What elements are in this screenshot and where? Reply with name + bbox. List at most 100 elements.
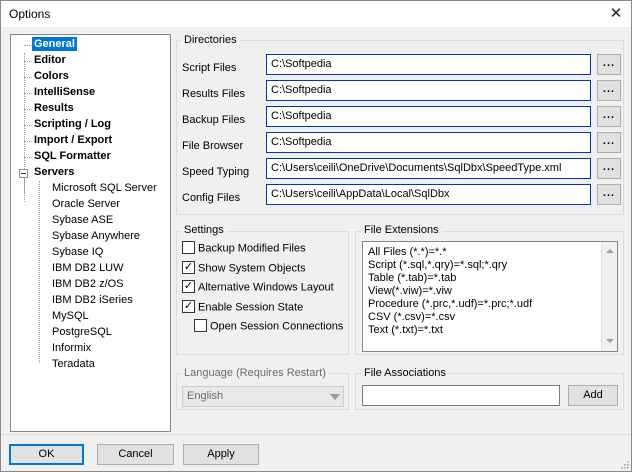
tree-item-import-export[interactable]: Import / Export [34,134,112,146]
backup-files-label: Backup Files [182,114,245,126]
backup-files-input[interactable]: C:\Softpedia [266,106,591,127]
chevron-down-icon [329,391,341,403]
tree-guide-line [39,181,40,363]
close-icon[interactable]: ✕ [601,1,631,27]
file-association-input[interactable] [362,385,560,406]
config-files-browse-button[interactable]: ... [597,184,621,205]
options-tree[interactable]: General Editor Colors IntelliSense Resul… [10,34,171,432]
open-session-connections-checkbox[interactable]: Open Session Connections [194,319,343,333]
footer-divider [1,434,631,435]
tree-item-server[interactable]: IBM DB2 iSeries [52,294,133,306]
cancel-button[interactable]: Cancel [97,444,174,465]
config-files-input[interactable]: C:\Users\ceili\AppData\Local\SqlDbx [266,184,591,205]
resize-grip-icon[interactable] [619,459,629,469]
checkbox-box [182,241,195,254]
checkbox-label: Show System Objects [198,262,306,275]
tree-guide-line [24,77,32,78]
tree-item-server[interactable]: PostgreSQL [52,326,112,338]
tree-guide-line [24,141,32,142]
speed-typing-browse-button[interactable]: ... [597,158,621,179]
file-extensions-group-label: File Extensions [361,224,442,236]
check-icon: ✓ [182,300,195,313]
speed-typing-input[interactable]: C:\Users\ceili\OneDrive\Documents\SqlDbx… [266,158,591,179]
language-select-value: English [187,390,224,402]
script-files-label: Script Files [182,62,237,74]
tree-item-label: Scripting / Log [34,118,111,130]
tree-item-label: IntelliSense [34,86,96,98]
settings-group-label: Settings [181,224,227,236]
results-files-label: Results Files [182,88,245,100]
tree-item-colors[interactable]: Colors [34,70,69,82]
show-system-objects-checkbox[interactable]: ✓ Show System Objects [182,261,306,275]
title-bar: Options ✕ [1,1,631,27]
file-extension-entry: View(*.viw)=*.viw [368,285,452,297]
tree-item-server[interactable]: MySQL [52,310,89,322]
tree-item-intellisense[interactable]: IntelliSense [34,86,95,98]
tree-item-label: General [32,37,77,51]
tree-item-scripting-log[interactable]: Scripting / Log [34,118,111,130]
options-dialog: Options ✕ General Editor Colors IntelliS… [0,0,632,472]
alternative-windows-layout-checkbox[interactable]: ✓ Alternative Windows Layout [182,280,334,294]
language-group-label: Language (Requires Restart) [181,367,329,379]
tree-guide-line [24,61,32,62]
file-browser-input[interactable]: C:\Softpedia [266,132,591,153]
file-extension-entry: Text (*.txt)=*.txt [368,324,443,336]
file-extension-entry: Script (*.sql,*.qry)=*.sql;*.qry [368,259,508,271]
tree-item-label: Editor [34,54,66,66]
tree-item-sql-formatter[interactable]: SQL Formatter [34,150,111,162]
file-extension-entry: All Files (*.*)=*.* [368,246,447,258]
tree-item-server[interactable]: Microsoft SQL Server [52,182,157,194]
tree-item-server[interactable]: Sybase IQ [52,246,103,258]
checkbox-label: Alternative Windows Layout [198,281,334,294]
scroll-up-icon[interactable] [606,249,614,253]
language-select[interactable]: English [182,386,344,407]
check-icon: ✓ [182,280,195,293]
backup-modified-files-checkbox[interactable]: Backup Modified Files [182,241,306,255]
file-extension-entry: Table (*.tab)=*.tab [368,272,457,284]
checkbox-label: Enable Session State [198,301,304,314]
tree-item-server[interactable]: Oracle Server [52,198,120,210]
tree-item-label: Results [34,102,74,114]
scrollbar[interactable] [601,242,617,351]
tree-item-server[interactable]: Sybase ASE [52,214,113,226]
tree-item-label: Colors [34,70,69,82]
tree-item-server[interactable]: IBM DB2 LUW [52,262,124,274]
scroll-down-icon[interactable] [606,339,614,343]
apply-button[interactable]: Apply [183,444,259,465]
tree-item-server[interactable]: IBM DB2 z/OS [52,278,124,290]
tree-item-editor[interactable]: Editor [34,54,66,66]
script-files-browse-button[interactable]: ... [597,54,621,75]
window-title: Options [9,7,51,21]
results-files-input[interactable]: C:\Softpedia [266,80,591,101]
tree-item-server[interactable]: Teradata [52,358,95,370]
tree-item-label: Servers [34,166,75,178]
tree-guide-line [24,109,32,110]
tree-item-label: Import / Export [34,134,113,146]
tree-guide-line [24,157,32,158]
collapse-icon[interactable] [19,169,28,178]
tree-guide-line [24,178,25,202]
speed-typing-label: Speed Typing [182,166,250,178]
tree-item-results[interactable]: Results [34,102,74,114]
config-files-label: Config Files [182,192,241,204]
file-associations-group-label: File Associations [361,367,449,379]
script-files-input[interactable]: C:\Softpedia [266,54,591,75]
file-extension-entry: CSV (*.csv)=*.csv [368,311,456,323]
tree-guide-line [24,93,32,94]
add-file-association-button[interactable]: Add [568,385,618,406]
enable-session-state-checkbox[interactable]: ✓ Enable Session State [182,300,304,314]
tree-item-servers[interactable]: Servers [34,166,74,178]
file-browser-label: File Browser [182,140,244,152]
tree-guide-line [24,45,32,46]
file-extension-entry: Procedure (*.prc,*.udf)=*.prc;*.udf [368,298,533,310]
tree-guide-line [24,125,32,126]
tree-item-general[interactable]: General [32,37,77,51]
checkbox-label: Backup Modified Files [198,242,306,255]
file-browser-browse-button[interactable]: ... [597,132,621,153]
backup-files-browse-button[interactable]: ... [597,106,621,127]
results-files-browse-button[interactable]: ... [597,80,621,101]
tree-item-server[interactable]: Sybase Anywhere [52,230,140,242]
ok-button[interactable]: OK [9,444,84,465]
file-extensions-list[interactable]: All Files (*.*)=*.* Script (*.sql,*.qry)… [362,241,618,352]
tree-item-server[interactable]: Informix [52,342,91,354]
